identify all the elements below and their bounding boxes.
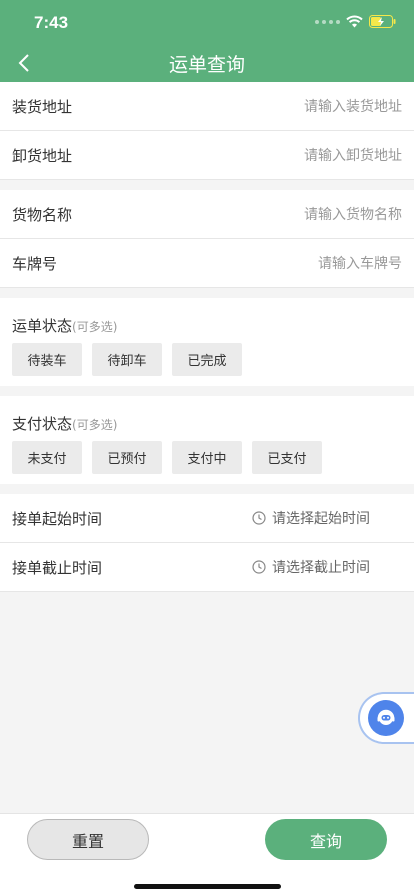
pay-status-chip-paid[interactable]: 已支付 xyxy=(252,441,322,474)
pay-status-title: 支付状态(可多选) xyxy=(12,396,402,441)
loading-address-label: 装货地址 xyxy=(12,97,73,116)
goods-name-input[interactable]: 请输入货物名称 xyxy=(304,204,402,224)
pay-status-chip-unpaid[interactable]: 未支付 xyxy=(12,441,82,474)
unloading-address-row[interactable]: 卸货地址 请输入卸货地址 xyxy=(0,131,414,180)
page-title: 运单查询 xyxy=(168,54,245,76)
nav-bar: 运单查询 xyxy=(0,44,414,82)
pay-status-options: 未支付 已预付 支付中 已支付 xyxy=(12,441,402,484)
pay-status-chip-prepaid[interactable]: 已预付 xyxy=(92,441,162,474)
start-time-label: 接单起始时间 xyxy=(12,509,103,528)
clock-icon xyxy=(252,560,266,574)
battery-charging-icon xyxy=(369,15,396,28)
wifi-icon xyxy=(346,15,363,28)
status-bar: 7:43 xyxy=(0,0,414,44)
status-time: 7:43 xyxy=(34,13,69,32)
unloading-address-input[interactable]: 请输入卸货地址 xyxy=(304,145,402,165)
header: 7:43 运单查询 xyxy=(0,0,414,82)
loading-address-row[interactable]: 装货地址 请输入装货地址 xyxy=(0,82,414,131)
pay-status-label: 支付状态 xyxy=(12,415,73,433)
query-button[interactable]: 查询 xyxy=(265,819,387,860)
status-icons xyxy=(315,15,396,28)
section-divider xyxy=(0,484,414,494)
end-time-label: 接单截止时间 xyxy=(12,558,103,577)
section-divider xyxy=(0,180,414,190)
customer-service-circle xyxy=(368,700,404,736)
loading-address-input[interactable]: 请输入装货地址 xyxy=(304,96,402,116)
waybill-status-chip-pending-loading[interactable]: 待装车 xyxy=(12,343,82,376)
section-divider xyxy=(0,386,414,396)
start-time-picker[interactable]: 请选择起始时间 xyxy=(252,508,402,528)
goods-name-label: 货物名称 xyxy=(12,205,73,224)
waybill-status-title: 运单状态(可多选) xyxy=(12,298,402,343)
customer-service-button[interactable] xyxy=(358,692,414,744)
unloading-address-label: 卸货地址 xyxy=(12,146,73,165)
pay-status-section: 支付状态(可多选) 未支付 已预付 支付中 已支付 xyxy=(0,396,414,484)
end-time-row[interactable]: 接单截止时间 请选择截止时间 xyxy=(0,543,414,592)
end-time-picker[interactable]: 请选择截止时间 xyxy=(252,557,402,577)
plate-number-input[interactable]: 请输入车牌号 xyxy=(318,253,402,273)
home-indicator xyxy=(134,884,281,889)
clock-icon xyxy=(252,511,266,525)
waybill-status-chip-pending-unloading[interactable]: 待卸车 xyxy=(92,343,162,376)
plate-number-row[interactable]: 车牌号 请输入车牌号 xyxy=(0,239,414,288)
end-time-placeholder: 请选择截止时间 xyxy=(272,560,370,576)
signal-dots-icon xyxy=(315,19,340,24)
query-form: 装货地址 请输入装货地址 卸货地址 请输入卸货地址 货物名称 请输入货物名称 车… xyxy=(0,82,414,592)
section-divider xyxy=(0,288,414,298)
goods-name-row[interactable]: 货物名称 请输入货物名称 xyxy=(0,190,414,239)
pay-status-chip-paying[interactable]: 支付中 xyxy=(172,441,242,474)
waybill-status-options: 待装车 待卸车 已完成 xyxy=(12,343,402,386)
start-time-row[interactable]: 接单起始时间 请选择起始时间 xyxy=(0,494,414,543)
reset-button[interactable]: 重置 xyxy=(27,819,149,860)
bottom-action-bar: 重置 查询 xyxy=(0,813,414,896)
waybill-status-label: 运单状态 xyxy=(12,317,73,335)
start-time-placeholder: 请选择起始时间 xyxy=(272,511,370,527)
waybill-status-hint: (可多选) xyxy=(72,320,118,334)
waybill-status-chip-completed[interactable]: 已完成 xyxy=(172,343,242,376)
pay-status-hint: (可多选) xyxy=(72,418,118,432)
waybill-status-section: 运单状态(可多选) 待装车 待卸车 已完成 xyxy=(0,298,414,386)
customer-service-icon xyxy=(377,709,395,725)
plate-number-label: 车牌号 xyxy=(12,254,58,273)
